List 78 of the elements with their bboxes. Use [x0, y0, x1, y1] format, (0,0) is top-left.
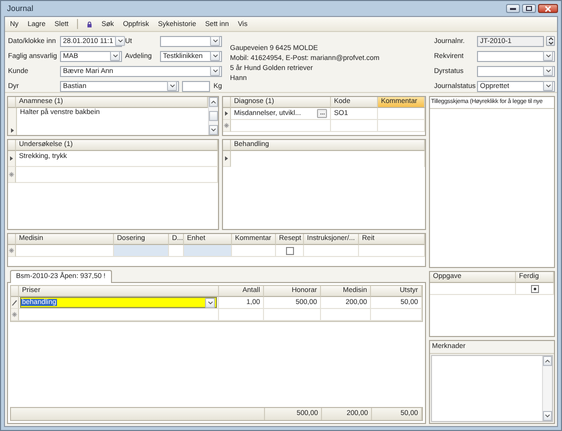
scroll-down-button[interactable] — [209, 125, 218, 135]
window-title: Journal — [6, 4, 34, 13]
dropdown-field[interactable] — [477, 50, 555, 62]
header-corner — [8, 234, 16, 245]
table-cell — [371, 309, 422, 321]
minimize-button[interactable] — [506, 4, 520, 13]
table-cell — [114, 245, 169, 257]
row-header[interactable] — [8, 151, 16, 167]
chevron-down-icon — [546, 69, 550, 73]
header-corner — [223, 140, 231, 151]
current-row-icon — [10, 128, 14, 133]
dropdown-button[interactable] — [210, 36, 220, 46]
dropdown-field[interactable] — [477, 66, 555, 76]
table-cell — [359, 245, 425, 257]
spin-button[interactable] — [546, 36, 555, 46]
scroll-up-button[interactable] — [209, 97, 218, 107]
dropdown-button[interactable] — [115, 36, 126, 46]
chevron-down-icon — [546, 54, 550, 58]
date-time-field[interactable] — [160, 36, 222, 46]
header-corner — [8, 140, 16, 151]
header-corner — [223, 97, 231, 108]
dropdown-button[interactable] — [543, 51, 553, 61]
header-corner — [8, 97, 16, 108]
dropdown-button[interactable] — [205, 298, 215, 308]
chevron-up-icon — [211, 100, 216, 104]
new-row-icon — [9, 172, 14, 177]
chevron-down-icon — [212, 54, 218, 58]
table-cell — [321, 309, 371, 321]
dropdown-button[interactable] — [210, 66, 220, 76]
minimize-icon — [510, 8, 516, 10]
chevron-down-icon — [112, 54, 118, 58]
current-row-icon — [225, 156, 228, 161]
dropdown-button[interactable] — [210, 51, 220, 61]
more-button[interactable] — [317, 109, 327, 118]
row-header[interactable] — [223, 108, 231, 120]
row-header[interactable] — [223, 151, 231, 167]
chevron-down-icon — [546, 84, 550, 88]
checkbox[interactable] — [530, 284, 538, 292]
new-row-icon — [12, 312, 17, 317]
padlock-icon[interactable] — [87, 20, 92, 28]
new-row-icon — [9, 248, 14, 253]
scroll-up-button[interactable] — [543, 356, 552, 366]
weight-field[interactable] — [182, 80, 210, 92]
chevron-up-icon — [545, 359, 550, 363]
close-icon — [545, 6, 551, 12]
maximize-icon — [526, 6, 532, 11]
row-header[interactable] — [8, 108, 17, 135]
row-header[interactable] — [11, 297, 19, 309]
current-row-icon — [225, 111, 228, 116]
table-cell — [184, 245, 232, 257]
chevron-down-icon — [208, 300, 212, 304]
scrollbar[interactable] — [208, 97, 218, 135]
dropdown-button[interactable] — [167, 81, 178, 91]
table-cell — [264, 309, 321, 321]
current-row-icon — [10, 156, 13, 161]
scroll-thumb[interactable] — [209, 111, 218, 121]
notes-field[interactable] — [431, 355, 553, 422]
dropdown-button[interactable] — [543, 81, 553, 91]
chevron-down-icon — [211, 128, 216, 132]
pencil-icon — [12, 300, 17, 306]
chevron-down-icon — [212, 69, 218, 73]
chevron-down-icon — [118, 39, 123, 43]
scrollbar[interactable] — [542, 356, 552, 421]
table-cell — [331, 120, 378, 132]
new-row-icon — [224, 123, 229, 128]
dropdown-button[interactable] — [543, 66, 553, 76]
table-cell — [378, 120, 425, 132]
checkbox[interactable] — [286, 246, 294, 254]
chevron-down-icon — [212, 39, 218, 43]
up-down-icon — [548, 37, 554, 45]
chevron-down-icon — [545, 414, 550, 418]
dropdown-button[interactable] — [110, 51, 120, 61]
close-button[interactable] — [538, 4, 558, 13]
chevron-down-icon — [170, 84, 175, 88]
maximize-button[interactable] — [522, 4, 536, 13]
table-cell — [219, 309, 264, 321]
table-cell — [378, 108, 425, 120]
scroll-down-button[interactable] — [543, 411, 552, 421]
